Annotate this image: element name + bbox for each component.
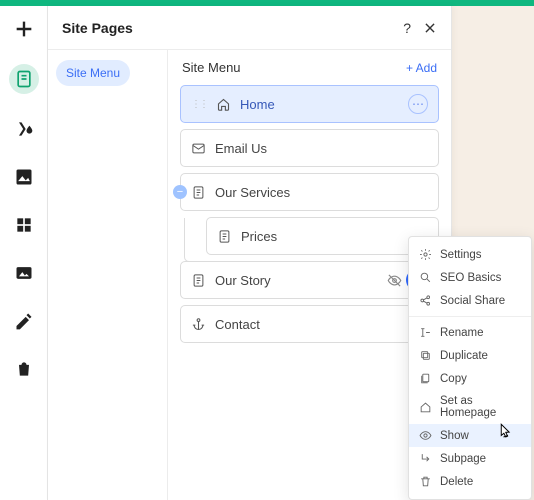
page-item-story[interactable]: Our Story [180,261,439,299]
side-panel: Site Menu [48,50,168,500]
image-placeholder-tool[interactable] [11,164,37,190]
trash-icon [419,475,432,488]
apps-tool[interactable] [11,212,37,238]
home-icon [216,97,231,112]
main-heading: Site Menu [182,60,241,75]
pages-tool[interactable] [9,64,39,94]
mail-icon [191,141,206,156]
subpage-icon [419,452,432,465]
menu-item-social[interactable]: Social Share [409,289,531,312]
panel-title: Site Pages [62,20,133,36]
design-tool[interactable] [11,116,37,142]
page-label: Prices [241,229,428,244]
collapse-toggle[interactable]: − [173,185,187,199]
site-pages-panel: Site Pages ? Site Menu Site Menu + Add ⋮… [48,6,452,500]
menu-item-delete[interactable]: Delete [409,470,531,493]
share-icon [419,294,432,307]
menu-item-subpage[interactable]: Subpage [409,447,531,470]
anchor-icon [191,317,206,332]
page-icon [191,273,206,288]
blog-tool[interactable] [11,308,37,334]
media-tool[interactable] [11,260,37,286]
menu-item-seo[interactable]: SEO Basics [409,266,531,289]
page-label: Contact [215,317,428,332]
duplicate-icon [419,349,432,362]
help-icon[interactable]: ? [403,20,411,36]
add-page-link[interactable]: + Add [406,61,437,75]
page-item-email[interactable]: Email Us [180,129,439,167]
drag-icon[interactable]: ⋮⋮ [191,99,207,110]
page-item-home[interactable]: ⋮⋮ Home ⋯ [180,85,439,123]
page-label: Email Us [215,141,428,156]
page-label: Our Story [215,273,378,288]
page-item-prices[interactable]: Prices [206,217,439,255]
page-icon [191,185,206,200]
menu-item-homepage[interactable]: Set as Homepage [409,390,531,424]
gear-icon [419,248,432,261]
add-tool[interactable] [11,16,37,42]
divider [409,316,531,317]
menu-item-settings[interactable]: Settings [409,243,531,266]
menu-item-rename[interactable]: Rename [409,321,531,344]
cursor-icon [496,422,514,445]
seo-icon [419,271,432,284]
eye-icon [419,429,432,442]
menu-item-duplicate[interactable]: Duplicate [409,344,531,367]
panel-header: Site Pages ? [48,6,451,50]
page-icon [217,229,232,244]
home-icon [419,401,432,414]
context-menu: Settings SEO Basics Social Share Rename … [408,236,532,500]
store-tool[interactable] [11,356,37,382]
copy-icon [419,372,432,385]
tree-line [184,218,194,262]
close-icon[interactable] [423,21,437,35]
page-label: Our Services [215,185,428,200]
menu-pill[interactable]: Site Menu [56,60,130,86]
left-toolbar [0,6,48,500]
page-item-contact[interactable]: Contact [180,305,439,343]
page-label: Home [240,97,399,112]
page-item-services[interactable]: − Our Services [180,173,439,211]
rename-icon [419,326,432,339]
more-icon[interactable]: ⋯ [408,94,428,114]
hidden-icon[interactable] [387,273,402,288]
menu-item-copy[interactable]: Copy [409,367,531,390]
